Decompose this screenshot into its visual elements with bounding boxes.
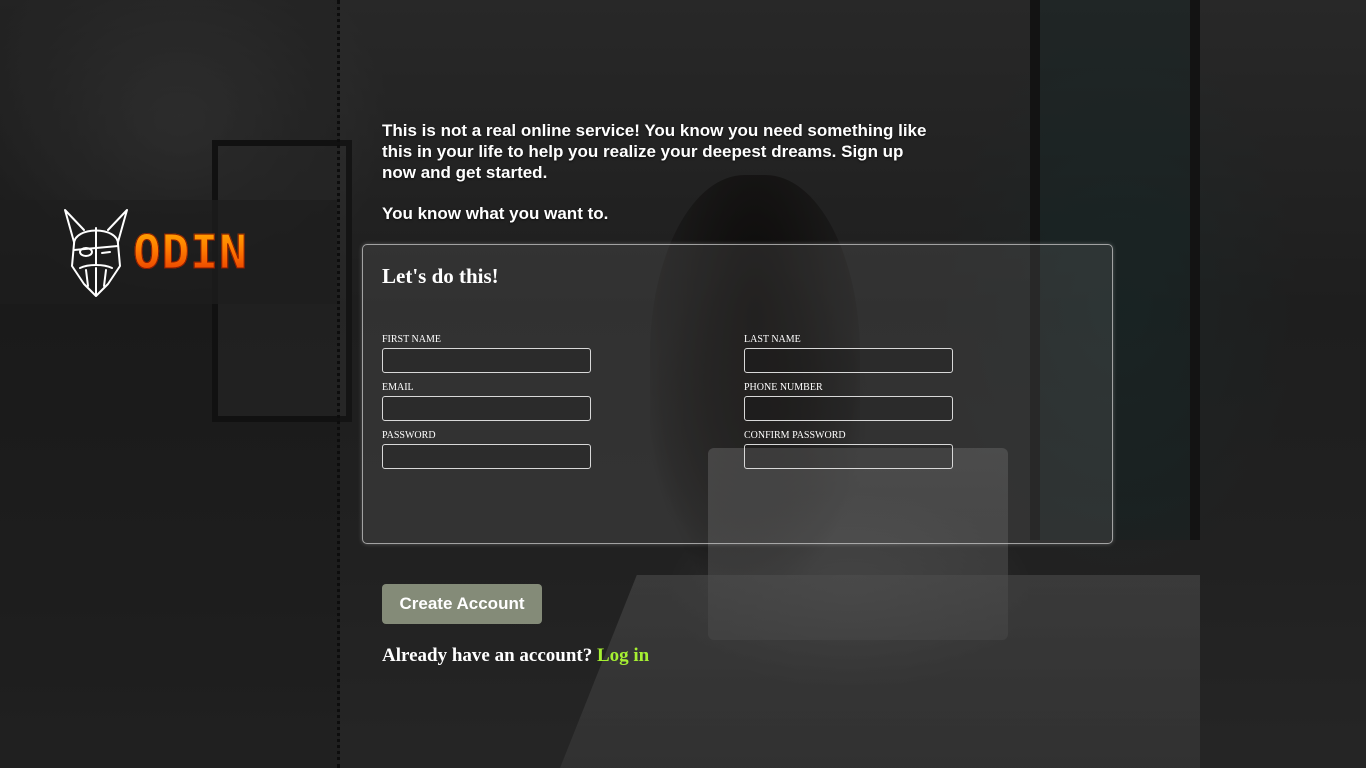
confirm-password-label: CONFIRM PASSWORD <box>744 430 846 441</box>
password-input[interactable] <box>382 444 591 469</box>
last-name-field-group: LAST NAME <box>744 334 953 373</box>
confirm-password-field-group: CONFIRM PASSWORD <box>744 430 953 469</box>
email-label: EMAIL <box>382 382 414 393</box>
intro-paragraph-2: You know what you want to. <box>382 204 609 223</box>
last-name-label: LAST NAME <box>744 334 801 345</box>
login-prompt-text: Already have an account? <box>382 645 593 666</box>
brand-logo-text: ODIN <box>133 225 248 279</box>
confirm-password-input[interactable] <box>744 444 953 469</box>
viking-helmet-icon <box>64 209 128 297</box>
first-name-field-group: FIRST NAME <box>382 334 591 373</box>
create-account-button[interactable]: Create Account <box>382 584 542 624</box>
last-name-input[interactable] <box>744 348 953 373</box>
login-link[interactable]: Log in <box>597 645 649 666</box>
intro-paragraph-1: This is not a real online service! You k… <box>382 121 927 182</box>
password-label: PASSWORD <box>382 430 436 441</box>
first-name-label: FIRST NAME <box>382 334 441 345</box>
signup-form: Let's do this! FIRST NAME LAST NAME EMAI… <box>362 244 1113 544</box>
phone-field-group: PHONE NUMBER <box>744 382 953 421</box>
login-prompt: Already have an account? Log in <box>382 644 649 668</box>
email-input[interactable] <box>382 396 591 421</box>
first-name-input[interactable] <box>382 348 591 373</box>
email-field-group: EMAIL <box>382 382 591 421</box>
intro-section: This is not a real online service! You k… <box>382 120 942 224</box>
password-field-group: PASSWORD <box>382 430 591 469</box>
phone-input[interactable] <box>744 396 953 421</box>
form-title: Let's do this! <box>382 264 499 288</box>
sidebar <box>0 0 340 768</box>
phone-label: PHONE NUMBER <box>744 382 823 393</box>
